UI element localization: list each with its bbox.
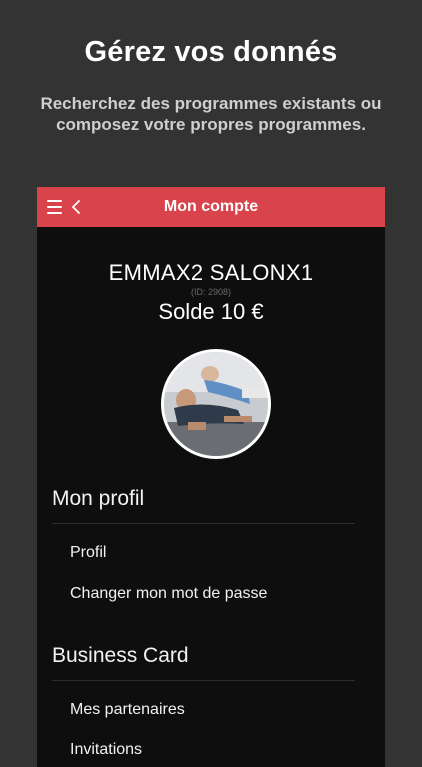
promo-headline: Gérez vos donnés [84,36,338,68]
account-name: EMMAX2 SALONX1 [108,260,314,285]
top-app-bar: Mon compte [37,187,385,227]
account-balance: Solde 10 € [158,299,264,324]
menu-item-change-password[interactable]: Changer mon mot de passe [70,585,267,603]
section-title-business-card: Business Card [52,644,189,667]
account-id: (ID: 2908) [190,287,232,297]
section-divider [52,680,355,681]
section-title-mon-profil: Mon profil [52,487,145,510]
phone-screen: Mon compte EMMAX2 SALONX1 (ID: 2908) Sol… [37,187,385,767]
promo-subtitle: Recherchez des programmes existants ou c… [40,94,382,134]
section-divider [52,523,355,524]
avatar-photo [164,352,268,456]
avatar[interactable] [161,349,271,459]
menu-item-partenaires[interactable]: Mes partenaires [70,701,185,719]
screen-title: Mon compte [163,198,259,215]
menu-item-invitations[interactable]: Invitations [70,741,142,759]
menu-item-profil[interactable]: Profil [70,544,106,562]
